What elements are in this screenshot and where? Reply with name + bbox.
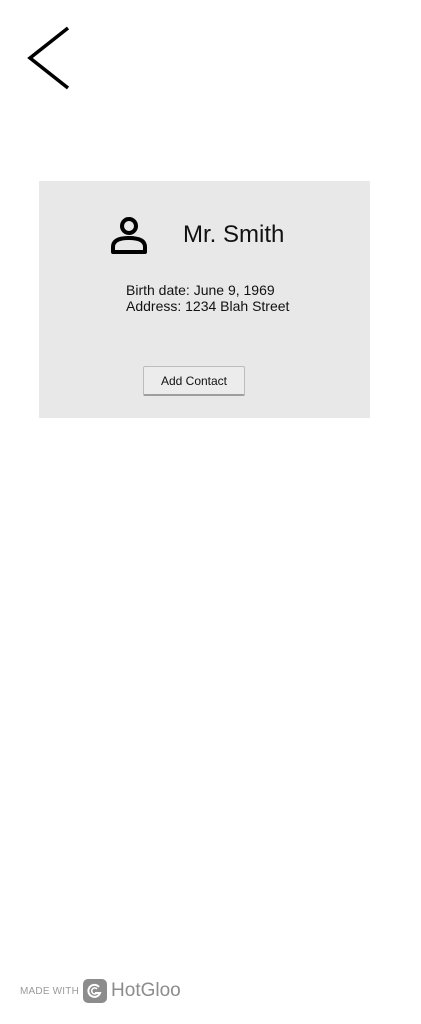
made-with-label: MADE WITH: [20, 985, 80, 997]
address: Address: 1234 Blah Street: [126, 298, 290, 314]
add-contact-button[interactable]: Add Contact: [143, 366, 245, 396]
hotgloo-logo-icon: [83, 979, 108, 1003]
contact-name: Mr. Smith: [183, 221, 285, 248]
person-icon: [111, 217, 147, 254]
contact-detail-screen: Mr. Smith Birth date: June 9, 1969 Addre…: [0, 0, 421, 1024]
back-button[interactable]: [24, 24, 76, 94]
made-with-hotgloo-footer[interactable]: MADE WITH HotGloo: [20, 978, 181, 1004]
chevron-left-icon: [27, 26, 70, 90]
birth-date: Birth date: June 9, 1969: [126, 282, 275, 298]
contact-details: Birth date: June 9, 1969 Address: 1234 B…: [126, 282, 289, 314]
hotgloo-logo: HotGloo: [83, 979, 181, 1003]
hotgloo-brand-text: HotGloo: [111, 980, 181, 1001]
